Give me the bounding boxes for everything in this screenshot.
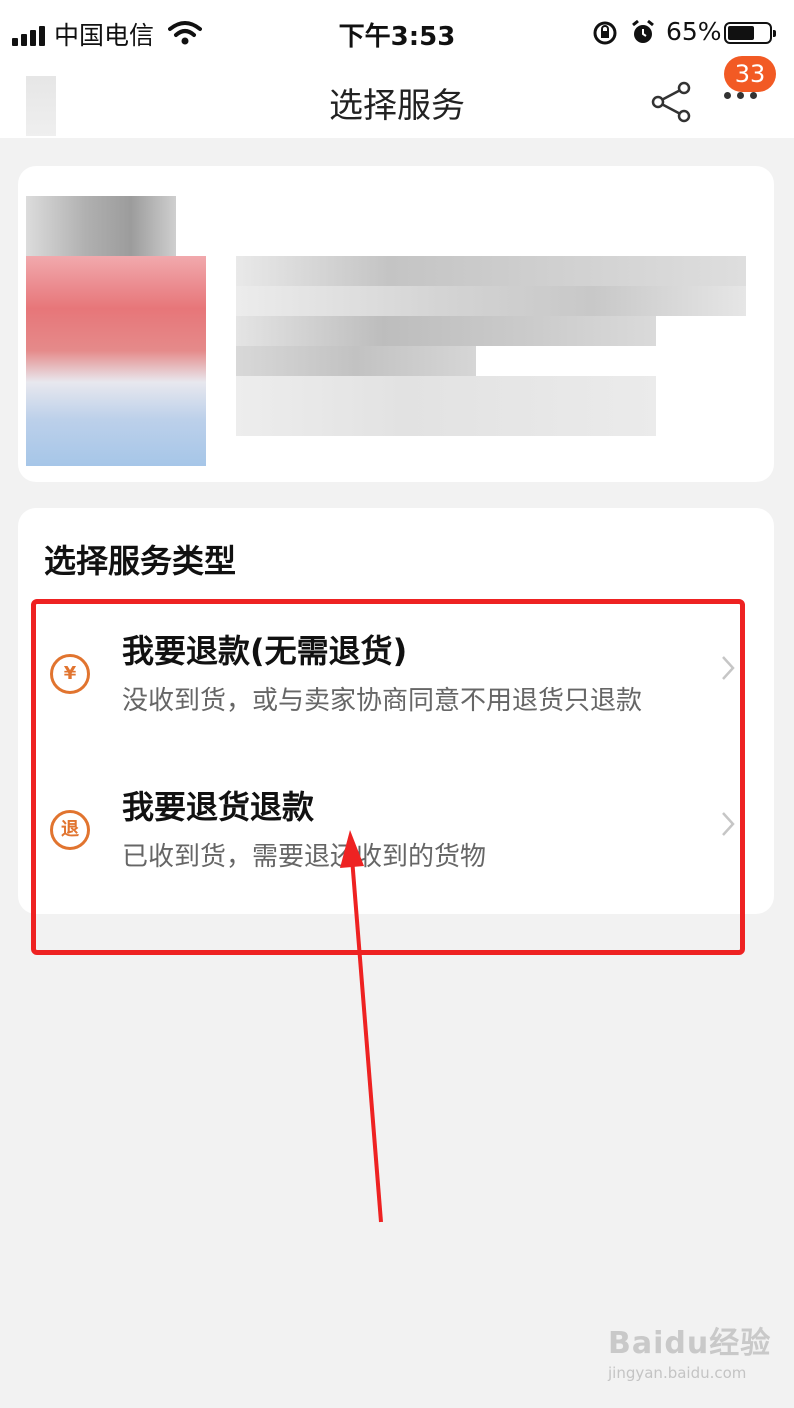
watermark-url: jingyan.baidu.com [608, 1364, 747, 1382]
watermark: Baidu经验 jingyan.baidu.com [578, 1318, 778, 1390]
watermark-logo: Baidu经验 [608, 1326, 772, 1361]
annotation-arrow-icon [340, 830, 383, 1223]
